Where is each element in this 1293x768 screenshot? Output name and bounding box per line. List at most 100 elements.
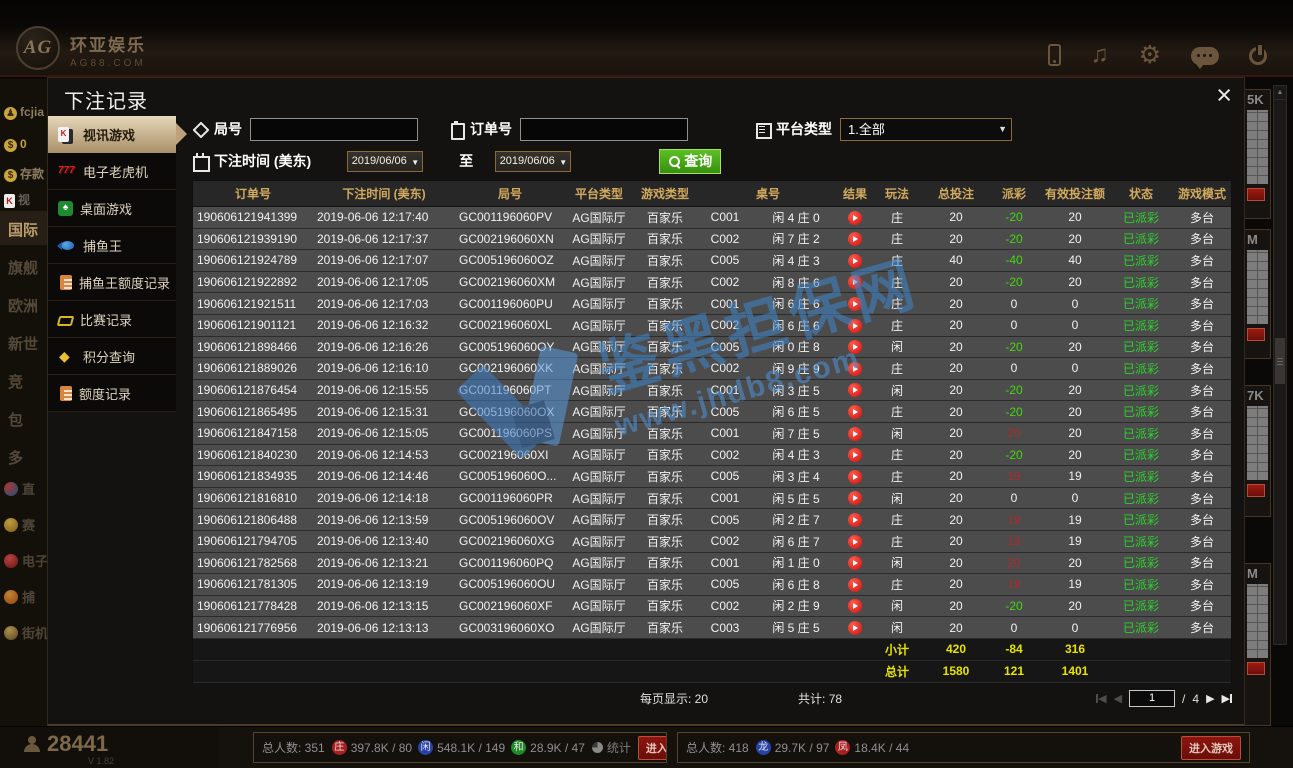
music-icon[interactable]: ♫ <box>1091 44 1109 66</box>
replay-icon[interactable] <box>848 556 862 570</box>
cell-time: 2019-06-06 12:16:32 <box>313 318 455 332</box>
cell-replay <box>839 555 871 570</box>
hall-item[interactable]: 国际 <box>8 219 47 240</box>
replay-icon[interactable] <box>848 297 862 311</box>
hall-item[interactable]: 旗舰 <box>8 257 47 278</box>
replay-icon[interactable] <box>848 340 862 354</box>
stats-toggle[interactable]: 统计 <box>592 739 631 756</box>
cell-payout: 0 <box>989 297 1039 311</box>
game-room-card: 7K <box>1245 385 1271 517</box>
enter-game-button[interactable] <box>1247 188 1265 201</box>
cell-replay <box>839 620 871 635</box>
replay-icon[interactable] <box>848 383 862 397</box>
cell-replay <box>839 210 871 225</box>
video-tab[interactable]: K视 <box>4 191 30 208</box>
cell-game: 百家乐 <box>633 533 697 550</box>
column-header: 游戏模式 <box>1171 185 1233 202</box>
table-footer: 每页显示: 20 共计: 78 ◀ ◀ 1 / 4 ▶ ▶ <box>192 686 1232 712</box>
replay-icon[interactable] <box>848 599 862 613</box>
replay-icon[interactable] <box>848 513 862 527</box>
order-filter-label: 订单号 <box>448 119 512 139</box>
scrollbar[interactable]: ▲ <box>1273 85 1287 645</box>
replay-icon[interactable] <box>848 275 862 289</box>
enter-game-button[interactable]: 进入游戏 <box>638 736 667 760</box>
order-input[interactable] <box>520 118 688 141</box>
replay-icon[interactable] <box>848 491 862 505</box>
menu-item[interactable]: 视讯游戏 <box>48 116 176 153</box>
cell-time: 2019-06-06 12:17:07 <box>313 253 455 267</box>
hall-item[interactable]: 包 <box>8 409 47 430</box>
cell-mode: 多台 <box>1171 576 1233 593</box>
hall-item[interactable]: 欧洲 <box>8 295 47 316</box>
cell-replay <box>839 599 871 614</box>
replay-icon[interactable] <box>848 254 862 268</box>
replay-icon[interactable] <box>848 319 862 333</box>
hall-item[interactable]: 竞 <box>8 371 47 392</box>
menu-item[interactable]: 捕鱼王 <box>48 227 176 264</box>
scrollbar-thumb[interactable] <box>1275 338 1285 384</box>
page-input[interactable]: 1 <box>1129 690 1175 707</box>
replay-icon[interactable] <box>848 362 862 376</box>
chat-icon[interactable] <box>1191 47 1219 65</box>
power-icon[interactable] <box>1249 47 1267 65</box>
date-from-picker[interactable]: 2019/06/06 <box>347 151 423 172</box>
cell-status: 已派彩 <box>1111 403 1171 420</box>
cell-play: 庄 <box>871 403 923 420</box>
category-item[interactable]: 捕 <box>4 587 35 606</box>
hall-item[interactable]: 新世 <box>8 333 47 354</box>
menu-item[interactable]: 捕鱼王额度记录 <box>48 264 176 301</box>
replay-icon[interactable] <box>848 448 862 462</box>
replay-icon[interactable] <box>848 470 862 484</box>
cell-round: GC002196060XM <box>455 275 565 289</box>
menu-item[interactable]: 积分查询 <box>48 338 176 375</box>
cell-bet: 20 <box>923 405 989 419</box>
search-button[interactable]: 查询 <box>659 149 721 174</box>
cell-order: 190606121834935 <box>193 469 313 483</box>
replay-icon[interactable] <box>848 578 862 592</box>
replay-icon[interactable] <box>848 211 862 225</box>
cell-platform: AG国际厅 <box>565 446 633 463</box>
deposit-button[interactable]: $存款 <box>4 165 44 182</box>
next-page-icon[interactable]: ▶ <box>1206 692 1214 705</box>
platform-select[interactable]: 1.全部 <box>840 118 1012 141</box>
round-input[interactable] <box>250 118 418 141</box>
prev-page-icon[interactable]: ◀ <box>1114 692 1122 705</box>
cell-game: 百家乐 <box>633 252 697 269</box>
category-item[interactable]: 电子 <box>4 551 47 570</box>
category-item[interactable]: 街机 <box>4 623 47 642</box>
enter-game-button[interactable] <box>1247 662 1265 675</box>
enter-game-button[interactable] <box>1247 484 1265 497</box>
enter-game-button[interactable] <box>1247 328 1265 341</box>
replay-icon[interactable] <box>848 427 862 441</box>
scroll-up-icon[interactable]: ▲ <box>1274 86 1286 100</box>
cell-result: 闲 5 庄 5 <box>753 619 839 636</box>
cell-bet: 20 <box>923 556 989 570</box>
date-to-picker[interactable]: 2019/06/06 <box>495 151 571 172</box>
cell-platform: AG国际厅 <box>565 597 633 614</box>
cell-status: 已派彩 <box>1111 382 1171 399</box>
mobile-icon[interactable] <box>1048 44 1061 66</box>
category-icon <box>4 626 18 640</box>
cell-mode: 多台 <box>1171 382 1233 399</box>
menu-item[interactable]: 桌面游戏 <box>48 190 176 227</box>
gear-icon[interactable]: ⚙ <box>1139 44 1161 66</box>
hall-item[interactable]: 多 <box>8 447 47 468</box>
cell-valid: 40 <box>1039 253 1111 267</box>
menu-item-icon <box>58 127 76 143</box>
replay-icon[interactable] <box>848 232 862 246</box>
enter-game-button[interactable]: 进入游戏 <box>1181 736 1241 760</box>
cell-order: 190606121776956 <box>193 621 313 635</box>
menu-item[interactable]: 比赛记录 <box>48 301 176 338</box>
close-icon[interactable]: × <box>1216 80 1232 110</box>
game-room-card: 5K <box>1245 89 1271 219</box>
first-page-icon[interactable]: ◀ <box>1096 692 1106 705</box>
last-page-icon[interactable]: ▶ <box>1222 692 1232 705</box>
category-item[interactable]: 直 <box>4 479 35 498</box>
menu-item[interactable]: 电子老虎机 <box>48 153 176 190</box>
replay-icon[interactable] <box>848 405 862 419</box>
cell-round: GC001196060PR <box>455 491 565 505</box>
replay-icon[interactable] <box>848 621 862 635</box>
menu-item[interactable]: 额度记录 <box>48 375 176 412</box>
replay-icon[interactable] <box>848 535 862 549</box>
category-item[interactable]: 赛 <box>4 515 35 534</box>
